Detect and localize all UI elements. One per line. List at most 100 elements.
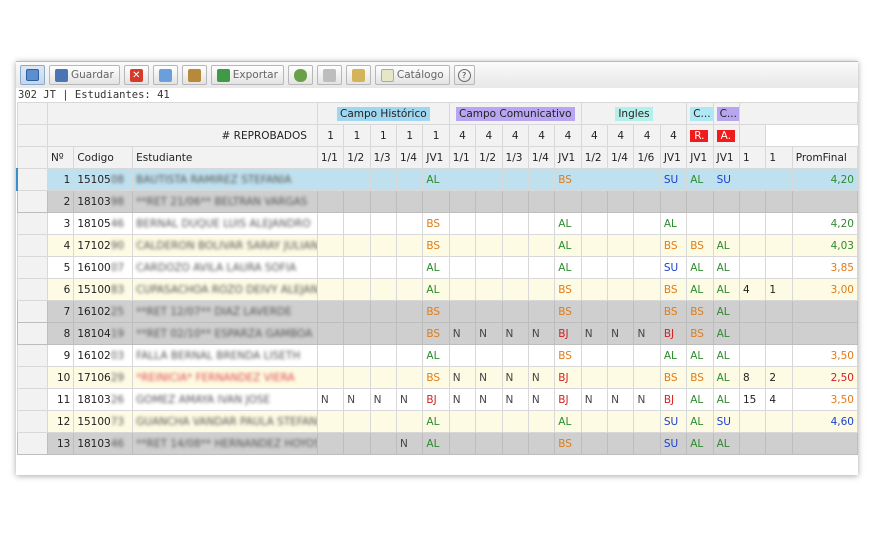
grade-cell[interactable]: AL <box>686 344 714 367</box>
column-header[interactable]: 1/2 <box>475 146 503 169</box>
grade-cell[interactable] <box>501 234 529 257</box>
paste-button[interactable] <box>181 65 207 85</box>
grade-cell[interactable] <box>396 256 424 279</box>
grade-cell[interactable] <box>659 190 688 213</box>
grade-cell[interactable]: AL <box>422 278 450 301</box>
grade-cell[interactable]: N <box>448 366 477 389</box>
grade-cell[interactable]: AL <box>686 388 714 411</box>
grade-cell[interactable] <box>527 234 556 257</box>
grade-cell[interactable] <box>396 344 424 367</box>
grade-cell[interactable]: AL <box>686 410 714 433</box>
grade-cell[interactable] <box>501 432 529 455</box>
grade-cell[interactable] <box>475 344 503 367</box>
grade-cell[interactable] <box>369 432 398 455</box>
grade-cell[interactable] <box>607 212 635 235</box>
grade-cell[interactable]: 4 <box>765 388 793 411</box>
grade-cell[interactable] <box>343 190 371 213</box>
column-header[interactable]: 1 <box>765 146 793 169</box>
grade-cell[interactable] <box>316 278 345 301</box>
grade-cell[interactable] <box>501 256 529 279</box>
export-button[interactable]: Exportar <box>210 65 284 85</box>
table-row[interactable]: 9 1610203 FALLA BERNAL BRENDA LISETH AL BS AL… <box>16 344 858 367</box>
table-row[interactable]: 12 1510073 GUANCHA VANDAR PAULA STEFANIA AL… <box>16 410 858 433</box>
delete-button[interactable]: ✕ <box>123 65 149 85</box>
row-selector[interactable] <box>16 410 48 433</box>
grade-cell[interactable]: AL <box>659 212 688 235</box>
grade-cell[interactable] <box>501 212 529 235</box>
grade-cell[interactable]: N <box>633 388 661 411</box>
grade-cell[interactable] <box>607 234 635 257</box>
grade-cell[interactable]: BS <box>659 300 688 323</box>
group-ingles[interactable]: Ingles <box>580 102 688 125</box>
copy-button[interactable] <box>152 65 178 85</box>
table-row[interactable]: 4 1710290 CALDERON BOLIVAR SARAY JULIANA BS… <box>16 234 858 257</box>
grade-cell[interactable]: N <box>475 322 503 345</box>
grade-cell[interactable] <box>396 212 424 235</box>
grade-cell[interactable] <box>580 234 609 257</box>
grade-cell[interactable]: AL <box>686 168 714 191</box>
grade-cell[interactable]: BS <box>422 322 450 345</box>
group-c1[interactable]: C... <box>686 102 714 125</box>
grade-cell[interactable] <box>527 212 556 235</box>
group-r[interactable]: R. <box>686 124 714 147</box>
table-row[interactable]: 13 1810346 **RET 14/08** HERNANDEZ HOYOS N A… <box>16 432 858 455</box>
grade-cell[interactable] <box>712 190 740 213</box>
grade-cell[interactable] <box>501 410 529 433</box>
row-selector[interactable] <box>16 190 48 213</box>
save-button[interactable]: Guardar <box>49 65 120 85</box>
grade-cell[interactable] <box>396 322 424 345</box>
grade-cell[interactable] <box>501 168 529 191</box>
grade-cell[interactable] <box>633 300 661 323</box>
grade-cell[interactable] <box>527 168 556 191</box>
grade-cell[interactable] <box>475 168 503 191</box>
grade-cell[interactable]: BS <box>422 212 450 235</box>
grade-cell[interactable] <box>738 344 767 367</box>
grade-cell[interactable]: N <box>501 322 529 345</box>
grade-cell[interactable] <box>369 410 398 433</box>
grade-cell[interactable]: AL <box>712 344 740 367</box>
grade-cell[interactable] <box>475 278 503 301</box>
grade-cell[interactable]: N <box>607 322 635 345</box>
grade-cell[interactable] <box>712 212 740 235</box>
grade-cell[interactable]: AL <box>422 410 450 433</box>
grade-cell[interactable] <box>369 344 398 367</box>
grade-cell[interactable] <box>633 168 661 191</box>
grade-cell[interactable] <box>607 190 635 213</box>
column-header[interactable]: JV1 <box>554 146 582 169</box>
grade-cell[interactable] <box>475 190 503 213</box>
grade-cell[interactable]: BS <box>554 432 582 455</box>
grade-cell[interactable] <box>633 432 661 455</box>
grade-cell[interactable] <box>765 168 793 191</box>
grade-cell[interactable] <box>527 256 556 279</box>
grade-cell[interactable]: BS <box>554 168 582 191</box>
grade-cell[interactable] <box>475 300 503 323</box>
grade-cell[interactable]: BS <box>686 234 714 257</box>
column-header[interactable]: Estudiante <box>132 146 318 169</box>
grade-cell[interactable] <box>607 432 635 455</box>
column-header[interactable]: JV1 <box>422 146 450 169</box>
column-header[interactable]: 1/1 <box>448 146 477 169</box>
row-selector[interactable] <box>16 366 48 389</box>
row-selector[interactable] <box>16 300 48 323</box>
grade-cell[interactable]: SU <box>712 410 740 433</box>
grade-cell[interactable]: AL <box>686 278 714 301</box>
grade-cell[interactable] <box>343 410 371 433</box>
grade-cell[interactable] <box>316 256 345 279</box>
grade-cell[interactable] <box>396 168 424 191</box>
grade-cell[interactable]: 1 <box>765 278 793 301</box>
grade-cell[interactable]: AL <box>712 432 740 455</box>
row-selector[interactable] <box>16 344 48 367</box>
grade-cell[interactable] <box>475 432 503 455</box>
grade-cell[interactable] <box>369 234 398 257</box>
grade-cell[interactable] <box>527 300 556 323</box>
grade-cell[interactable] <box>580 410 609 433</box>
row-selector[interactable] <box>16 432 48 455</box>
grade-cell[interactable]: BS <box>554 278 582 301</box>
grade-cell[interactable]: 15 <box>738 388 767 411</box>
grade-cell[interactable]: N <box>316 388 345 411</box>
grade-cell[interactable] <box>316 432 345 455</box>
grade-cell[interactable] <box>765 190 793 213</box>
grade-cell[interactable]: SU <box>659 410 688 433</box>
grade-cell[interactable]: N <box>396 432 424 455</box>
row-selector[interactable] <box>16 212 48 235</box>
